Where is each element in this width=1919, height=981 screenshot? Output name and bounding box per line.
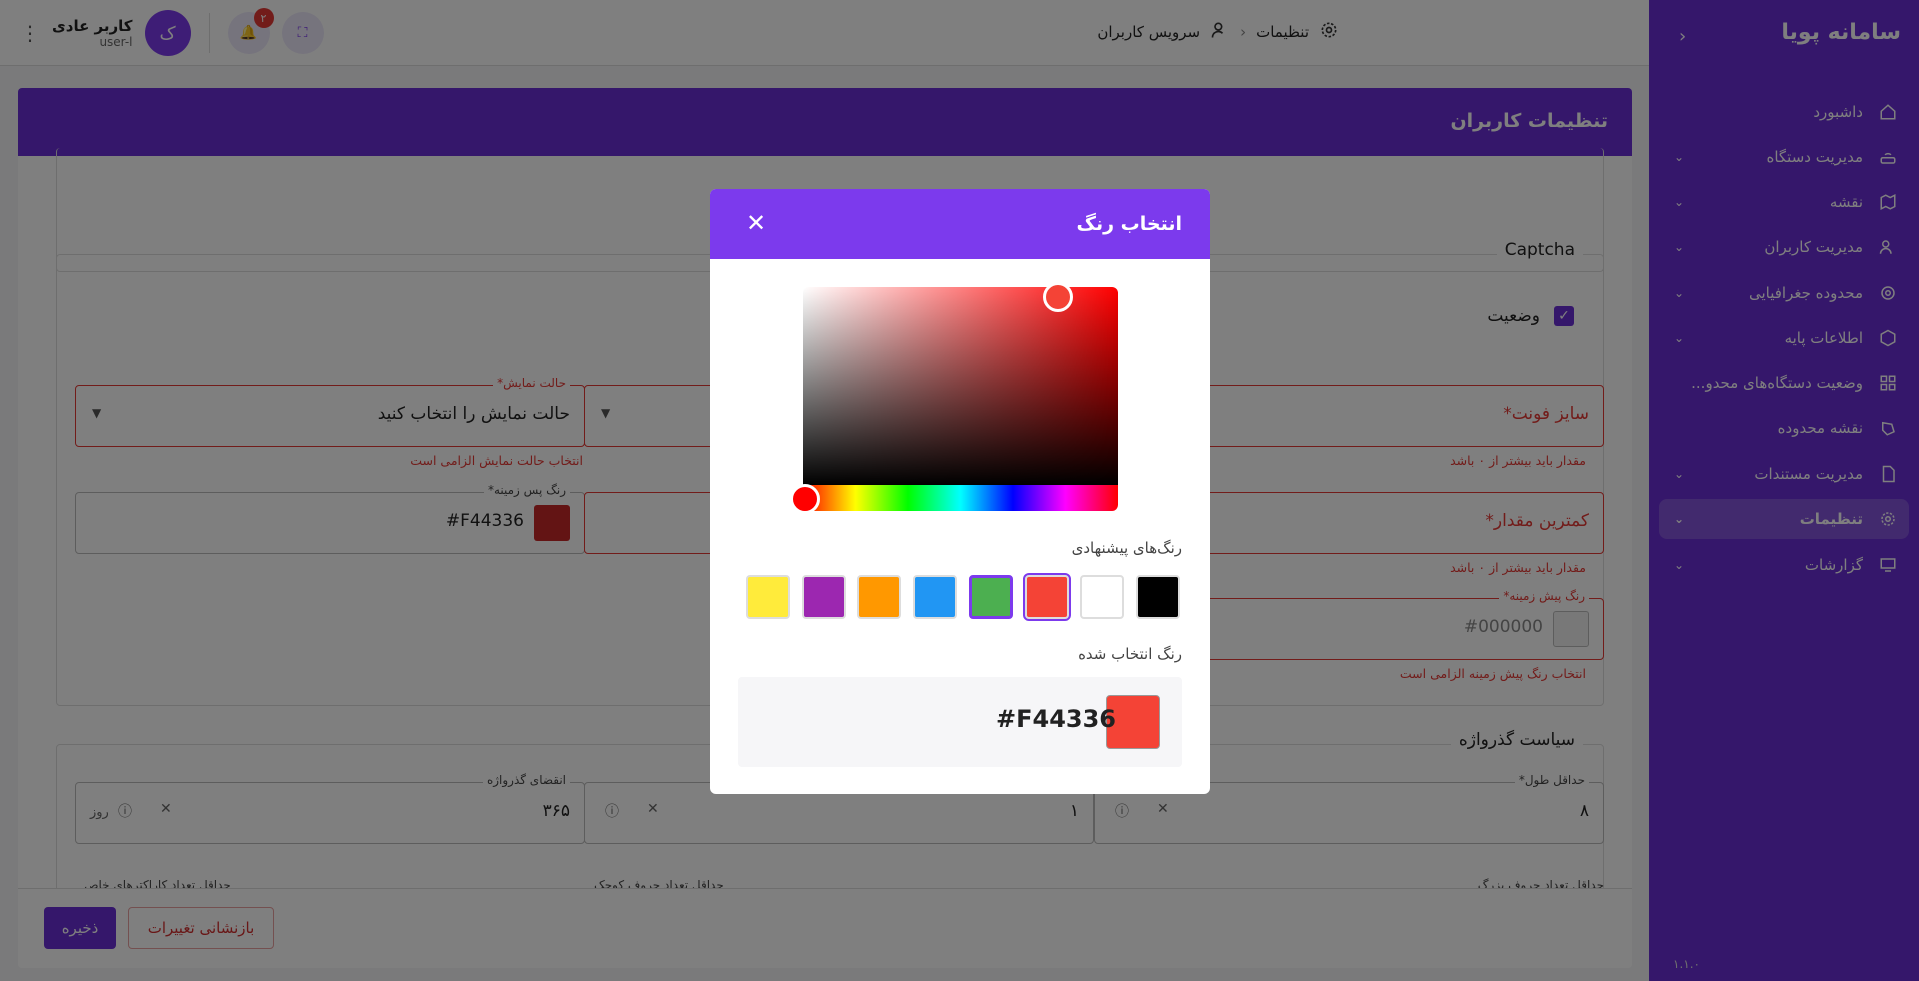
dialog-title: انتخاب رنگ (1076, 213, 1182, 235)
hue-slider[interactable] (803, 485, 1118, 511)
dialog-header: انتخاب رنگ ✕ (710, 189, 1210, 259)
saturation-value-area[interactable] (803, 287, 1118, 485)
palette-swatch-purple[interactable] (801, 575, 846, 619)
palette-swatch-orange[interactable] (857, 575, 902, 619)
palette-swatch-black[interactable] (1135, 575, 1180, 619)
close-icon[interactable]: ✕ (746, 209, 766, 237)
palette-swatch-red[interactable] (1022, 573, 1071, 621)
palette-swatch-white[interactable] (1080, 575, 1125, 619)
palette-swatch-green[interactable] (968, 575, 1013, 619)
selected-color-label: رنگ انتخاب شده (1078, 645, 1182, 663)
hue-handle[interactable] (790, 484, 820, 514)
palette-swatch-blue[interactable] (913, 575, 958, 619)
selected-color-hex: #F44336 (996, 705, 1116, 733)
color-picker-dialog: انتخاب رنگ ✕ رنگ‌های پیشنهادی رنگ انتخاب… (710, 189, 1210, 794)
selected-color-panel: #F44336 (738, 677, 1182, 767)
saturation-handle[interactable] (1043, 282, 1073, 312)
palette-swatch-yellow[interactable] (746, 575, 790, 619)
suggested-palette (746, 573, 1180, 621)
suggested-colors-label: رنگ‌های پیشنهادی (1071, 539, 1182, 557)
